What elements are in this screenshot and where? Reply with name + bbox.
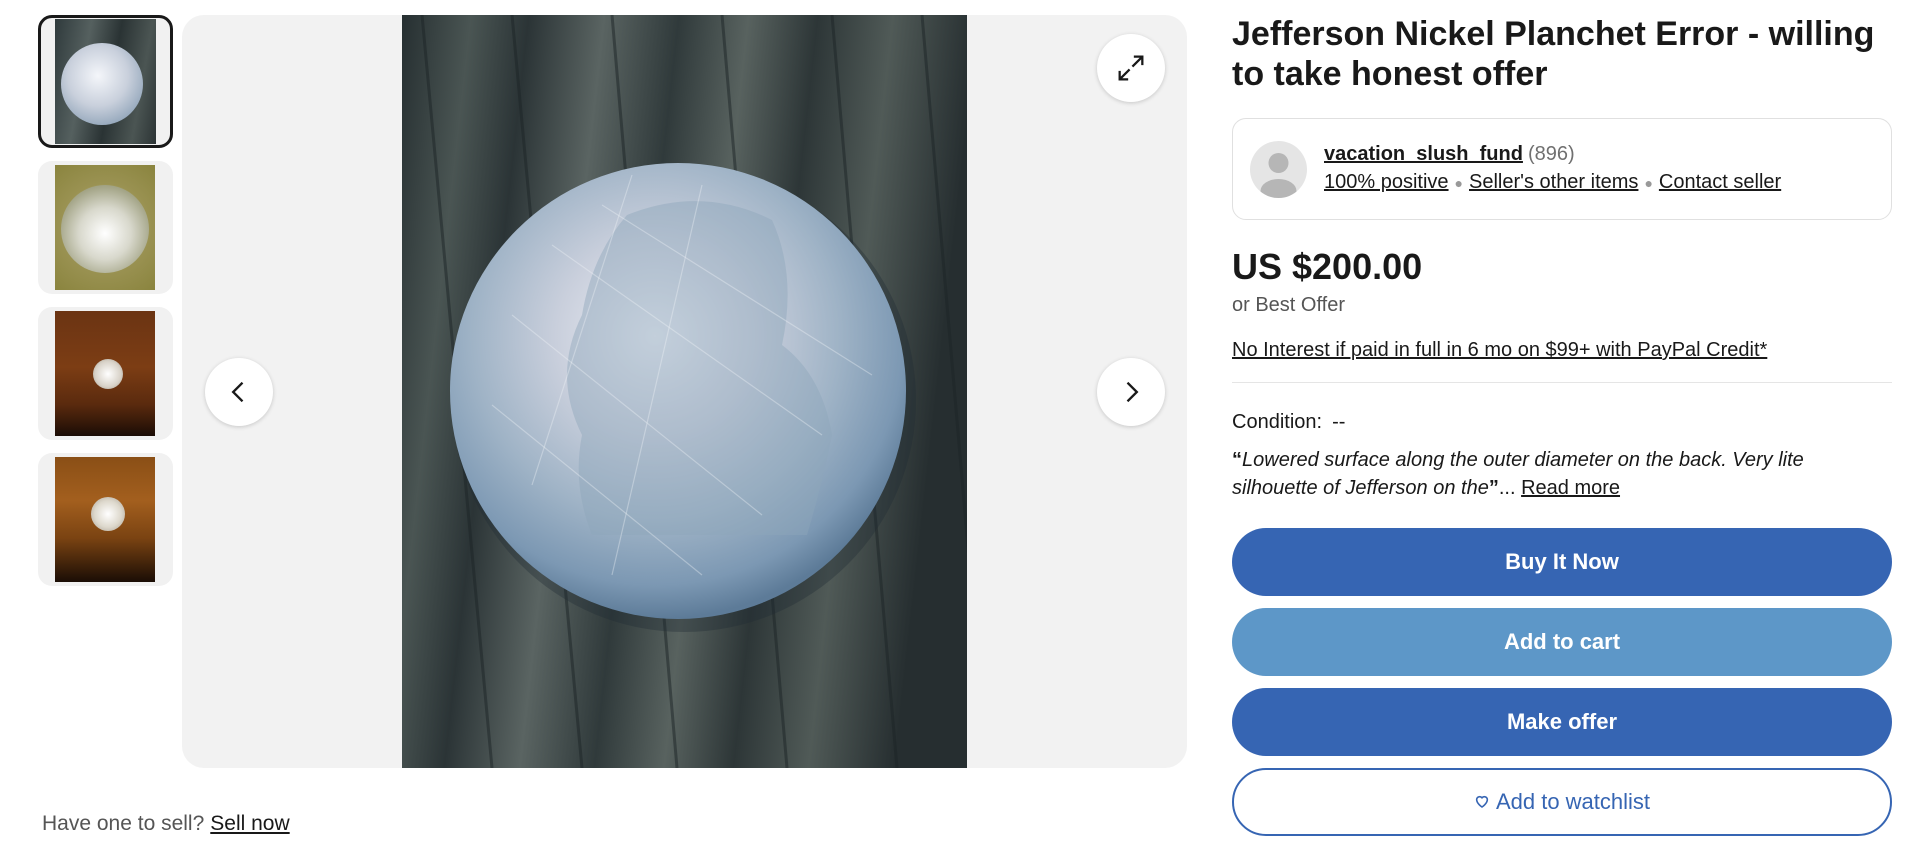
seller-name-link[interactable]: vacation_slush_fund [1324,143,1523,165]
divider [1232,382,1892,383]
thumbnail-image [55,311,155,436]
read-more-link[interactable]: Read more [1521,477,1620,499]
make-offer-button[interactable]: Make offer [1232,688,1892,756]
positive-feedback-link[interactable]: 100% positive [1324,171,1449,193]
previous-image-button[interactable] [205,358,273,426]
sell-now-link[interactable]: Sell now [210,812,289,835]
thumbnail-1[interactable] [38,15,173,148]
seller-avatar[interactable] [1250,141,1307,198]
thumbnail-image [55,165,155,290]
condition-row: Condition: -- [1232,411,1892,434]
image-viewer [182,15,1187,768]
ellipsis: ... [1498,477,1516,499]
quote-close-mark: ” [1488,477,1499,499]
add-to-cart-label: Add to cart [1503,629,1621,654]
contact-seller-link[interactable]: Contact seller [1659,171,1781,193]
paypal-credit-link[interactable]: No Interest if paid in full in 6 mo on $… [1232,339,1767,361]
thumbnail-3[interactable] [38,307,173,440]
item-description-quote: “Lowered surface along the outer diamete… [1232,446,1892,502]
separator-dot: ● [1644,175,1653,191]
listing-title: Jefferson Nickel Planchet Error - willin… [1232,15,1875,93]
listing-details: Jefferson Nickel Planchet Error - willin… [1232,14,1892,836]
description-text: Lowered surface along the outer diameter… [1232,449,1804,499]
buy-it-now-label: Buy It Now [1505,549,1619,574]
next-image-button[interactable] [1097,358,1165,426]
quote-open-mark: “ [1232,449,1242,471]
chevron-right-icon [1117,378,1145,406]
paypal-credit-offer: No Interest if paid in full in 6 mo on $… [1232,339,1892,362]
add-to-watchlist-label: Add to watchlist [1495,789,1651,814]
best-offer-text: or Best Offer [1232,294,1346,316]
separator-dot: ● [1454,175,1463,191]
buy-it-now-button[interactable]: Buy It Now [1232,528,1892,596]
seller-links: 100% positive ● Seller's other items ● Conta… [1324,171,1781,194]
price: US $200.00 [1232,246,1423,287]
add-to-watchlist-button[interactable]: Add to watchlist [1232,768,1892,836]
thumbnail-4[interactable] [38,453,173,586]
thumbnail-image [55,19,156,144]
seller-card: vacation_slush_fund (896) 100% positive ● S… [1232,118,1892,220]
thumbnail-image [55,457,155,582]
expand-button[interactable] [1097,34,1165,102]
seller-feedback-count: (896) [1527,143,1575,165]
condition-label: Condition: [1232,411,1323,433]
chevron-left-icon [225,378,253,406]
thumbnail-2[interactable] [38,161,173,294]
seller-other-items-link[interactable]: Seller's other items [1469,171,1638,193]
thumbnail-strip [38,15,173,599]
expand-icon [1114,51,1148,85]
sell-prompt: Have one to sell? Sell now [42,812,290,836]
main-product-image[interactable] [402,15,967,768]
seller-name-row: vacation_slush_fund (896) [1324,143,1575,166]
make-offer-label: Make offer [1506,709,1618,734]
heart-icon [1474,789,1496,815]
condition-value: -- [1332,411,1346,433]
add-to-cart-button[interactable]: Add to cart [1232,608,1892,676]
sell-prompt-text: Have one to sell? [42,812,205,835]
